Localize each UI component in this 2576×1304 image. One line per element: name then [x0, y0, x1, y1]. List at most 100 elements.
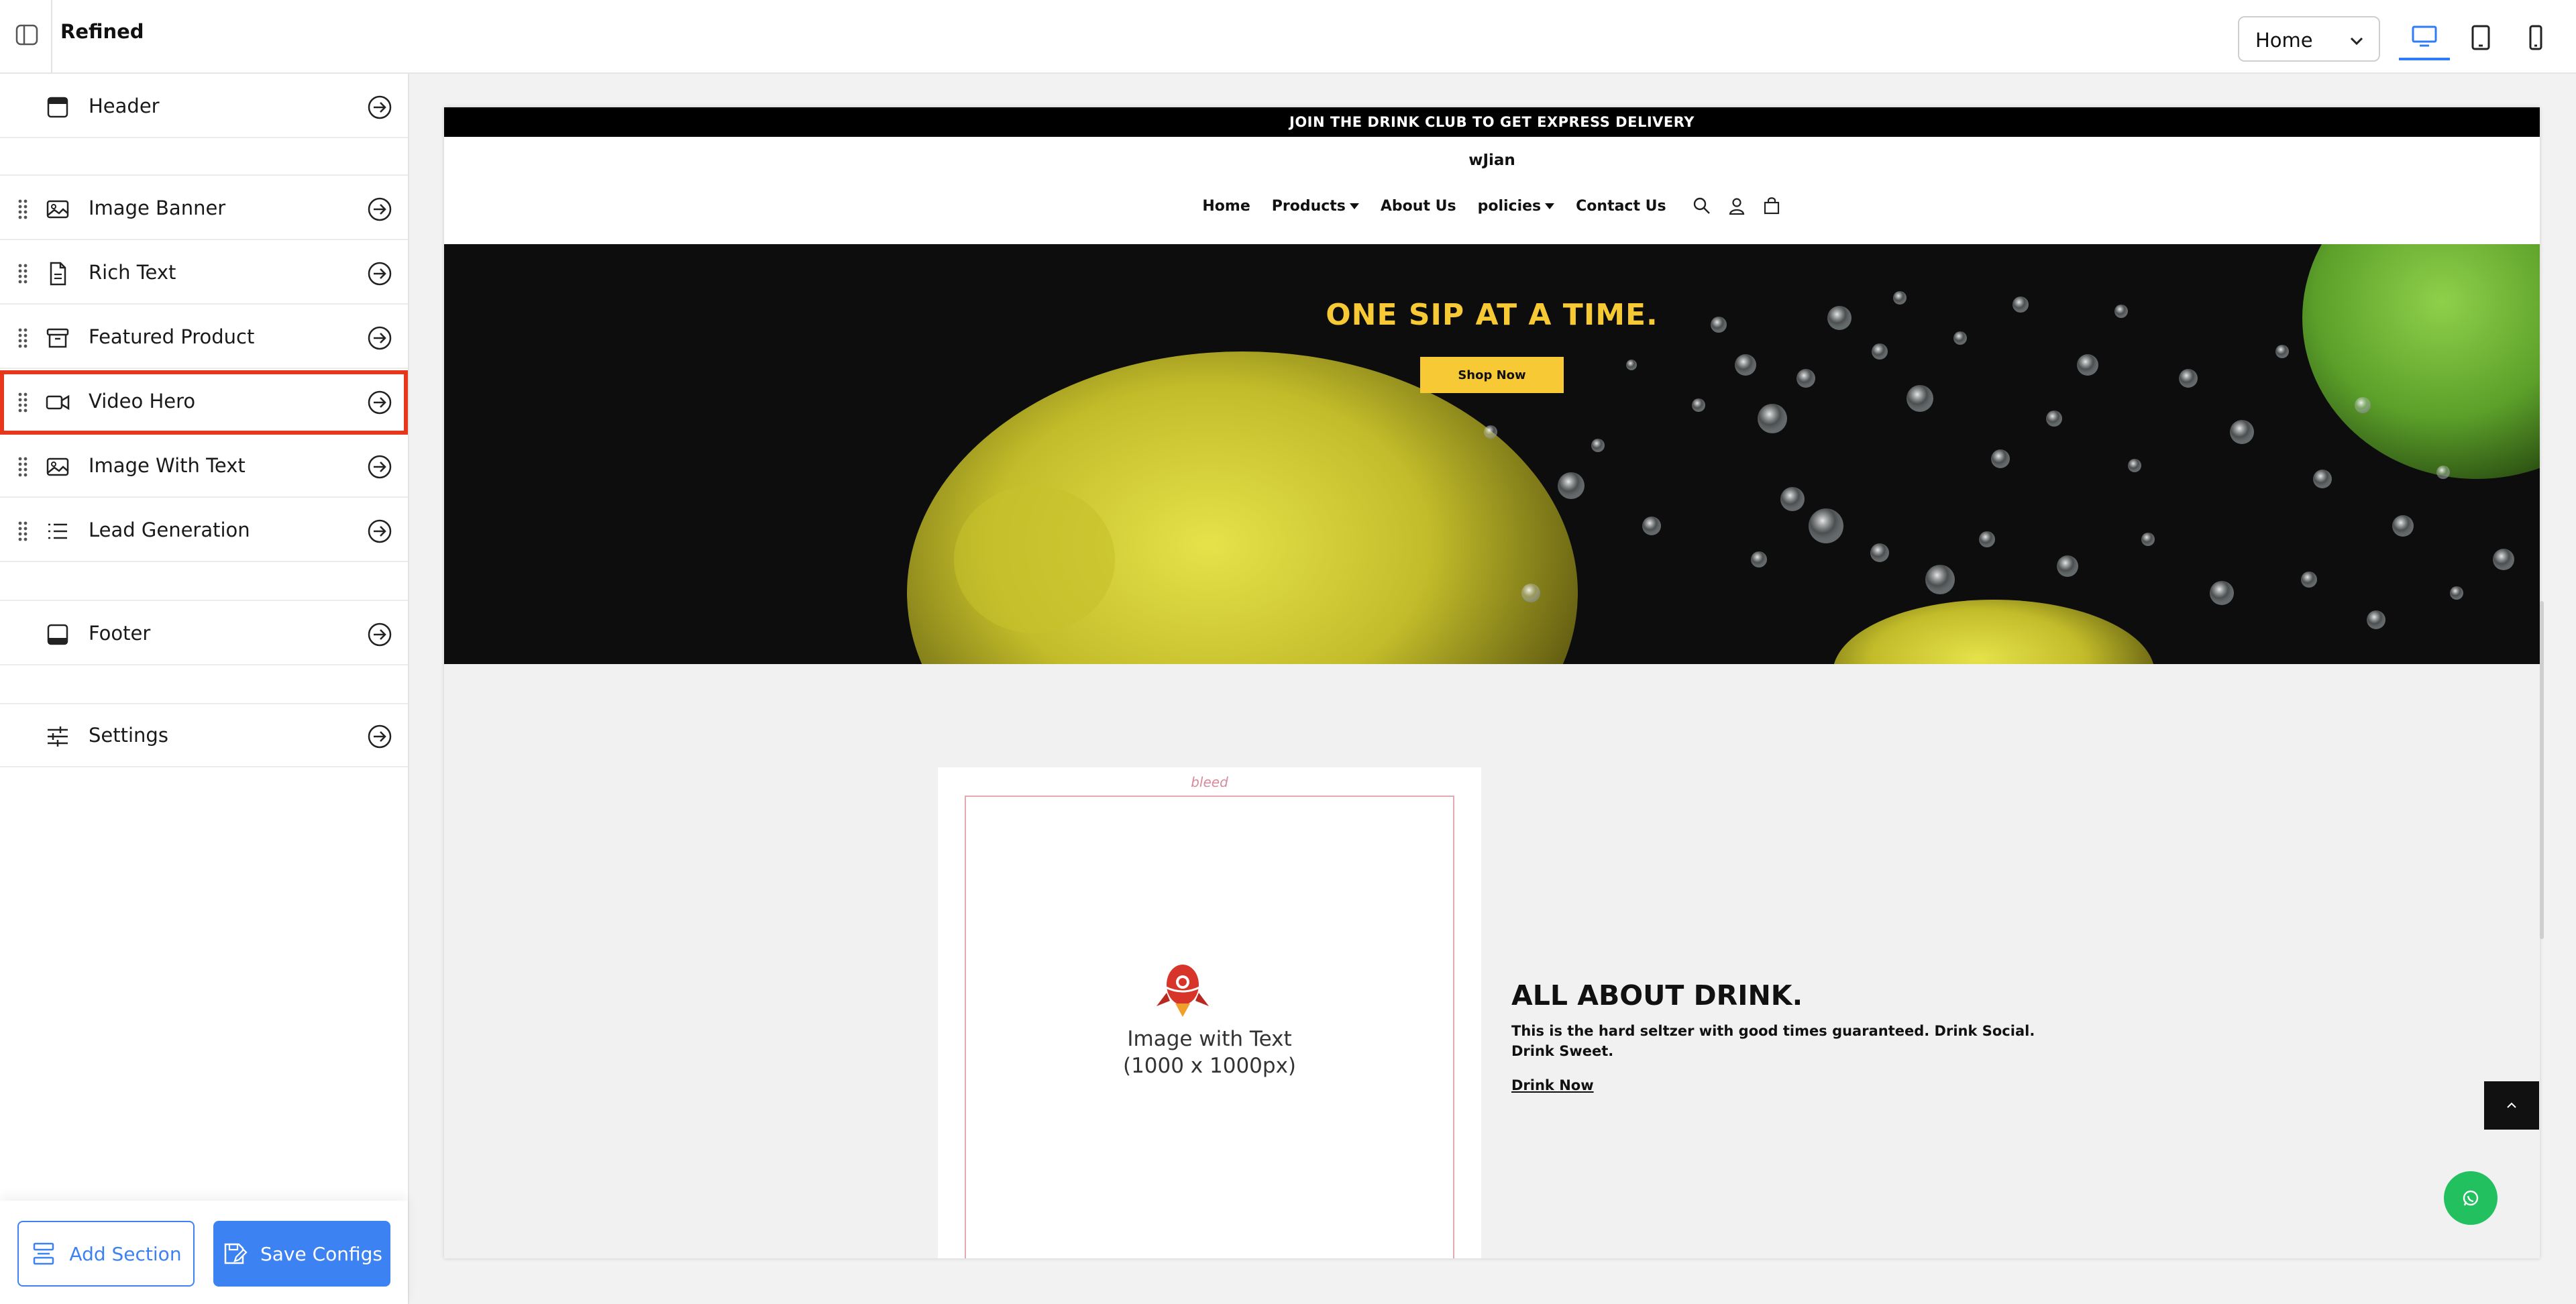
sidebar-item-lead-generation[interactable]: Lead Generation	[0, 499, 408, 562]
header-layout-icon	[47, 97, 68, 118]
arrow-right-circle-icon[interactable]	[366, 196, 393, 223]
drag-handle-icon[interactable]	[17, 456, 28, 478]
tablet-view-button[interactable]	[2455, 15, 2506, 60]
sections-sidebar: Header Image Banner Rich Text Featured P…	[0, 74, 409, 1304]
store-brand[interactable]: wJian	[444, 152, 2540, 169]
sidebar-item-label: Image With Text	[89, 454, 246, 477]
page-select-value: Home	[2255, 29, 2313, 52]
video-hero: ONE SIP AT A TIME. Shop Now	[444, 244, 2540, 664]
top-bar: Refined Home	[0, 0, 2576, 74]
drag-handle-icon[interactable]	[17, 521, 28, 542]
list-icon	[48, 523, 67, 539]
sidebar-item-label: Header	[89, 95, 160, 117]
placeholder-line-1: Image with Text	[1127, 1027, 1292, 1051]
nav-policies-label: policies	[1477, 197, 1542, 215]
image-with-text-title: ALL ABOUT DRINK.	[1511, 979, 1803, 1012]
mobile-view-button[interactable]	[2510, 15, 2561, 60]
sidebar-item-image-banner[interactable]: Image Banner	[0, 177, 408, 240]
account-icon[interactable]	[1727, 196, 1747, 216]
nav-policies[interactable]: policies	[1478, 198, 1555, 215]
sidebar-toggle-icon[interactable]	[13, 21, 40, 48]
mobile-icon	[2529, 25, 2542, 50]
search-icon[interactable]	[1692, 196, 1712, 216]
document-icon	[50, 262, 66, 286]
hero-title: ONE SIP AT A TIME.	[1326, 298, 1658, 332]
arrow-right-circle-icon[interactable]	[366, 518, 393, 545]
announcement-bar: JOIN THE DRINK CLUB TO GET EXPRESS DELIV…	[444, 107, 2540, 137]
drink-now-link[interactable]: Drink Now	[1511, 1077, 1594, 1093]
drag-handle-icon[interactable]	[17, 199, 28, 220]
nav-about[interactable]: About Us	[1381, 198, 1456, 215]
sidebar-actions: Add Section Save Configs	[0, 1201, 408, 1304]
image-with-text-media: bleed Image with Text (1000 x 1000px)	[938, 767, 1481, 1258]
image-placeholder-text: Image with Text (1000 x 1000px)	[938, 1026, 1481, 1079]
bleed-label: bleed	[1191, 774, 1228, 790]
drag-handle-icon[interactable]	[17, 392, 28, 413]
app-title: Refined	[60, 20, 144, 43]
chevron-down-icon	[2350, 37, 2363, 46]
whatsapp-icon	[2463, 1190, 2479, 1206]
add-section-label: Add Section	[69, 1242, 182, 1265]
whatsapp-button[interactable]	[2444, 1171, 2498, 1225]
nav-products[interactable]: Products	[1272, 198, 1359, 215]
video-camera-icon	[46, 394, 70, 411]
sidebar-item-header[interactable]: Header	[0, 75, 408, 138]
sidebar-item-label: Video Hero	[89, 390, 196, 413]
save-configs-label: Save Configs	[260, 1242, 383, 1265]
sidebar-item-image-with-text[interactable]: Image With Text	[0, 435, 408, 498]
sidebar-item-video-hero[interactable]: Video Hero	[0, 370, 408, 435]
placeholder-line-2: (1000 x 1000px)	[1122, 1054, 1297, 1078]
save-configs-button[interactable]: Save Configs	[213, 1221, 390, 1287]
caret-down-icon	[1349, 203, 1359, 209]
archive-box-icon	[46, 328, 69, 348]
preview-scrollbar[interactable]	[2540, 601, 2544, 939]
nav-home[interactable]: Home	[1202, 198, 1250, 215]
add-section-icon	[34, 1242, 54, 1265]
shop-now-button[interactable]: Shop Now	[1420, 357, 1564, 393]
arrow-right-circle-icon[interactable]	[366, 723, 393, 750]
image-with-text-body: This is the hard seltzer with good times…	[1511, 1023, 2035, 1059]
sidebar-spacer	[0, 138, 408, 176]
sidebar-item-footer[interactable]: Footer	[0, 602, 408, 665]
page-select[interactable]: Home	[2238, 16, 2380, 62]
sidebar-item-label: Image Banner	[89, 197, 226, 219]
sidebar-spacer	[0, 667, 408, 704]
scroll-to-top-button[interactable]	[2484, 1081, 2539, 1130]
save-edit-icon	[224, 1243, 248, 1264]
top-bar-divider	[51, 0, 52, 74]
caret-down-icon	[1545, 203, 1555, 209]
arrow-right-circle-icon[interactable]	[366, 621, 393, 648]
store-preview: JOIN THE DRINK CLUB TO GET EXPRESS DELIV…	[444, 107, 2540, 1258]
rocket-icon	[1157, 965, 1209, 1017]
store-nav: Home Products About Us policies Contact …	[444, 196, 2540, 216]
chevron-up-icon	[2507, 1102, 2516, 1108]
shopping-bag-icon[interactable]	[1762, 196, 1782, 216]
image-icon	[46, 457, 69, 476]
sidebar-item-label: Settings	[89, 724, 168, 747]
desktop-view-button[interactable]	[2399, 15, 2450, 60]
arrow-right-circle-icon[interactable]	[366, 453, 393, 480]
nav-contact[interactable]: Contact Us	[1576, 198, 1666, 215]
sidebar-item-label: Featured Product	[89, 325, 255, 348]
arrow-right-circle-icon[interactable]	[366, 389, 393, 416]
sidebar-item-featured-product[interactable]: Featured Product	[0, 306, 408, 369]
sidebar-item-label: Lead Generation	[89, 519, 250, 541]
tablet-icon	[2471, 25, 2490, 50]
arrow-right-circle-icon[interactable]	[366, 325, 393, 351]
nav-contact-label: Contact Us	[1576, 197, 1666, 215]
arrow-right-circle-icon[interactable]	[366, 260, 393, 287]
sidebar-spacer	[0, 563, 408, 601]
sidebar-item-settings[interactable]: Settings	[0, 704, 408, 767]
image-icon	[46, 200, 69, 219]
add-section-button[interactable]: Add Section	[17, 1221, 195, 1287]
arrow-right-circle-icon[interactable]	[366, 94, 393, 121]
nav-home-label: Home	[1202, 197, 1250, 215]
sliders-icon	[48, 726, 68, 747]
drag-handle-icon[interactable]	[17, 327, 28, 349]
sidebar-item-label: Rich Text	[89, 261, 176, 284]
drag-handle-icon[interactable]	[17, 263, 28, 284]
sidebar-item-label: Footer	[89, 622, 151, 645]
nav-about-label: About Us	[1380, 197, 1456, 215]
sidebar-item-rich-text[interactable]: Rich Text	[0, 241, 408, 305]
desktop-icon	[2412, 25, 2437, 47]
